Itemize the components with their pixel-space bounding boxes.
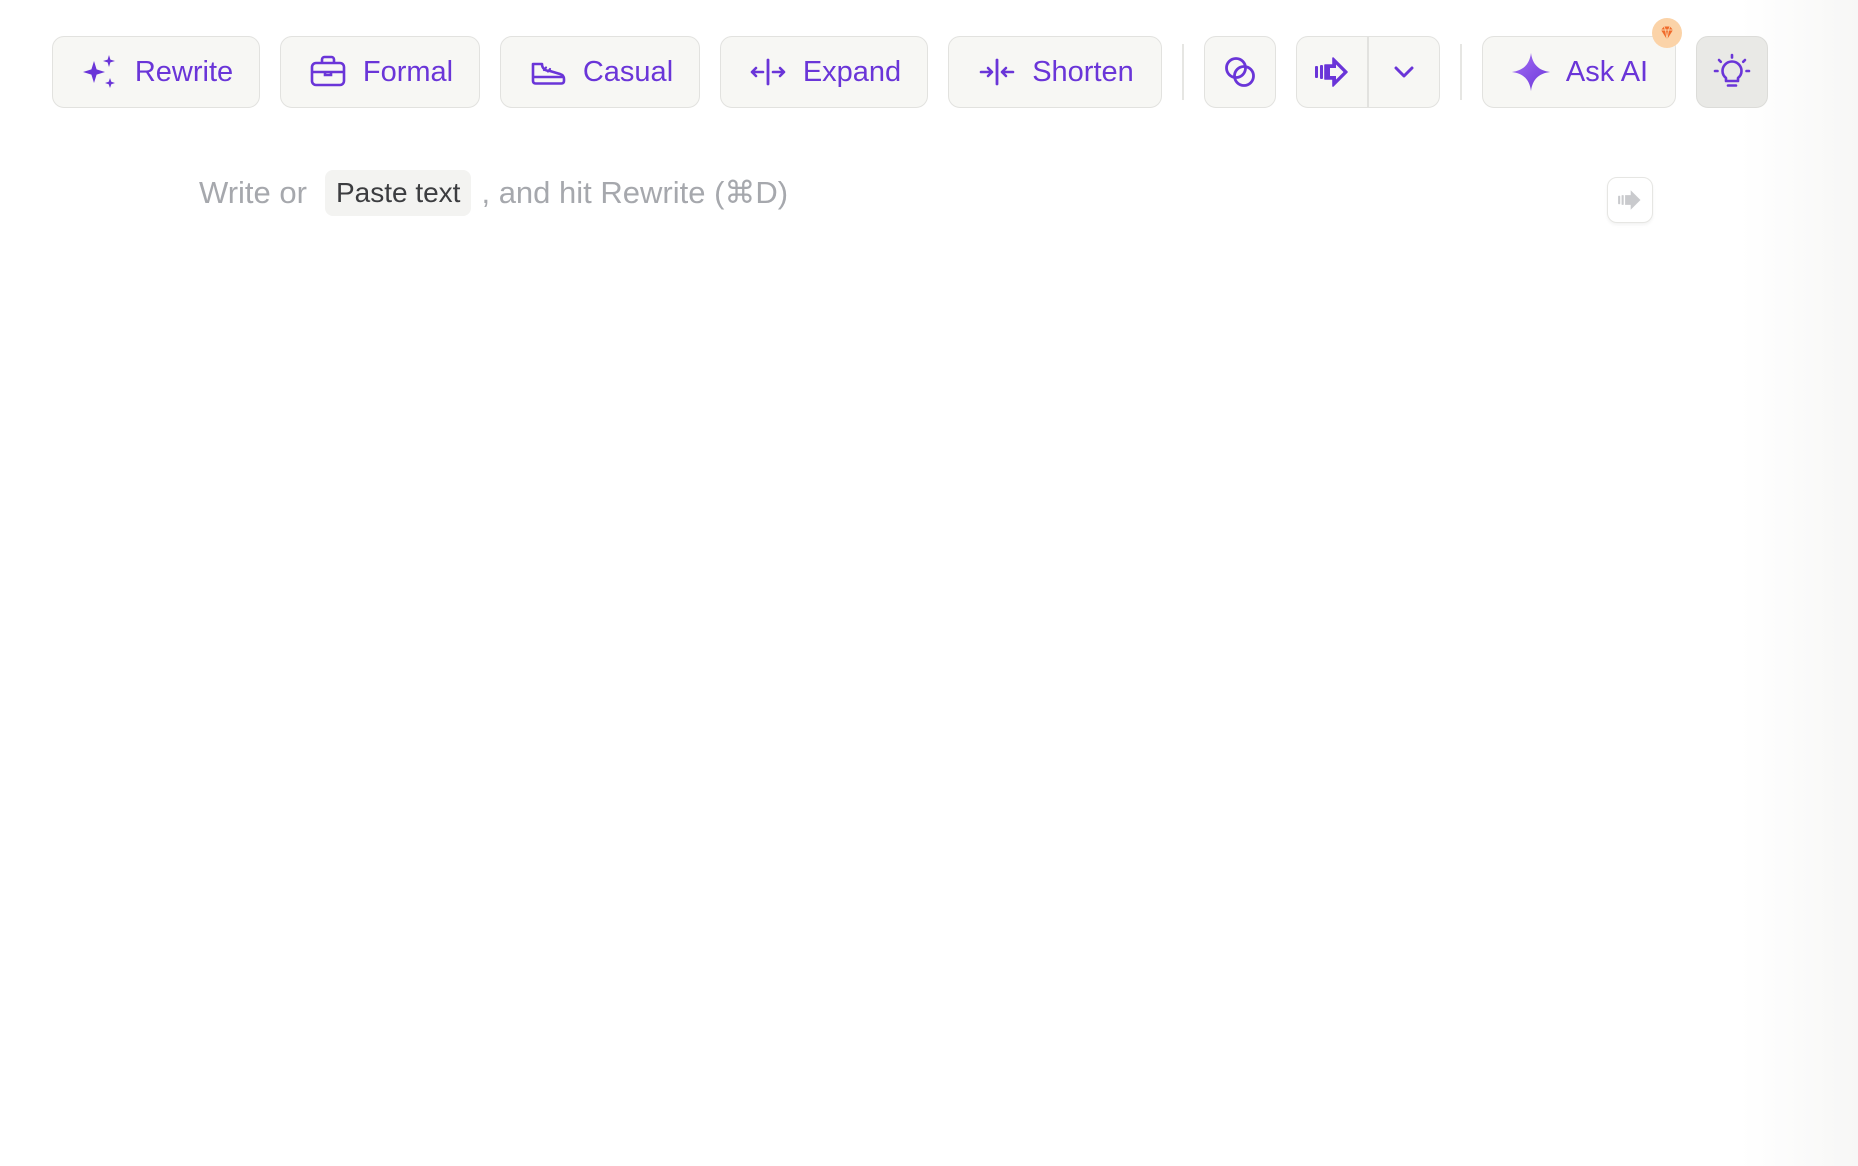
editor-speak-button[interactable] [1607,177,1653,223]
shorten-arrows-icon [976,51,1018,93]
speak-options-dropdown[interactable] [1369,37,1439,107]
toolbar-divider [1460,44,1462,100]
tips-button[interactable] [1696,36,1768,108]
ai-sparkle-icon [1510,51,1552,93]
casual-button[interactable]: Casual [500,36,700,108]
sneaker-icon [527,51,569,93]
expand-button[interactable]: Expand [720,36,928,108]
chevron-down-icon [1390,58,1418,86]
hint-prefix: Write or [199,175,307,210]
rewrite-toolbar: Rewrite Formal Casual Expand Shorten Ask… [52,18,1768,108]
speak-arrow-icon [1312,52,1352,92]
rewrite-button[interactable]: Rewrite [52,36,260,108]
overlap-button[interactable] [1204,36,1276,108]
speak-split-button [1296,36,1440,108]
app-page: Rewrite Formal Casual Expand Shorten Ask… [0,0,1858,1166]
formal-label: Formal [362,55,454,88]
overlapping-circles-icon [1222,54,1258,90]
editor-placeholder[interactable]: Write or Paste text , and hit Rewrite (⌘… [199,168,788,218]
expand-arrows-icon [747,51,789,93]
speak-arrow-icon [1616,186,1644,214]
gem-icon [1658,24,1676,42]
rewrite-label: Rewrite [134,55,234,88]
lightbulb-icon [1712,52,1752,92]
ask-ai-button[interactable]: Ask AI [1482,18,1682,108]
shorten-button[interactable]: Shorten [948,36,1162,108]
toolbar-divider [1182,44,1184,100]
casual-label: Casual [582,55,674,88]
formal-button[interactable]: Formal [280,36,480,108]
ask-ai-label: Ask AI [1565,55,1649,88]
briefcase-icon [307,51,349,93]
speak-button[interactable] [1297,37,1367,107]
pro-badge [1652,18,1682,48]
expand-label: Expand [802,55,902,88]
paste-text-button[interactable]: Paste text [324,170,472,216]
shorten-label: Shorten [1032,55,1134,88]
sparkles-icon [79,51,121,93]
hint-suffix: , and hit Rewrite (⌘D) [481,175,789,210]
